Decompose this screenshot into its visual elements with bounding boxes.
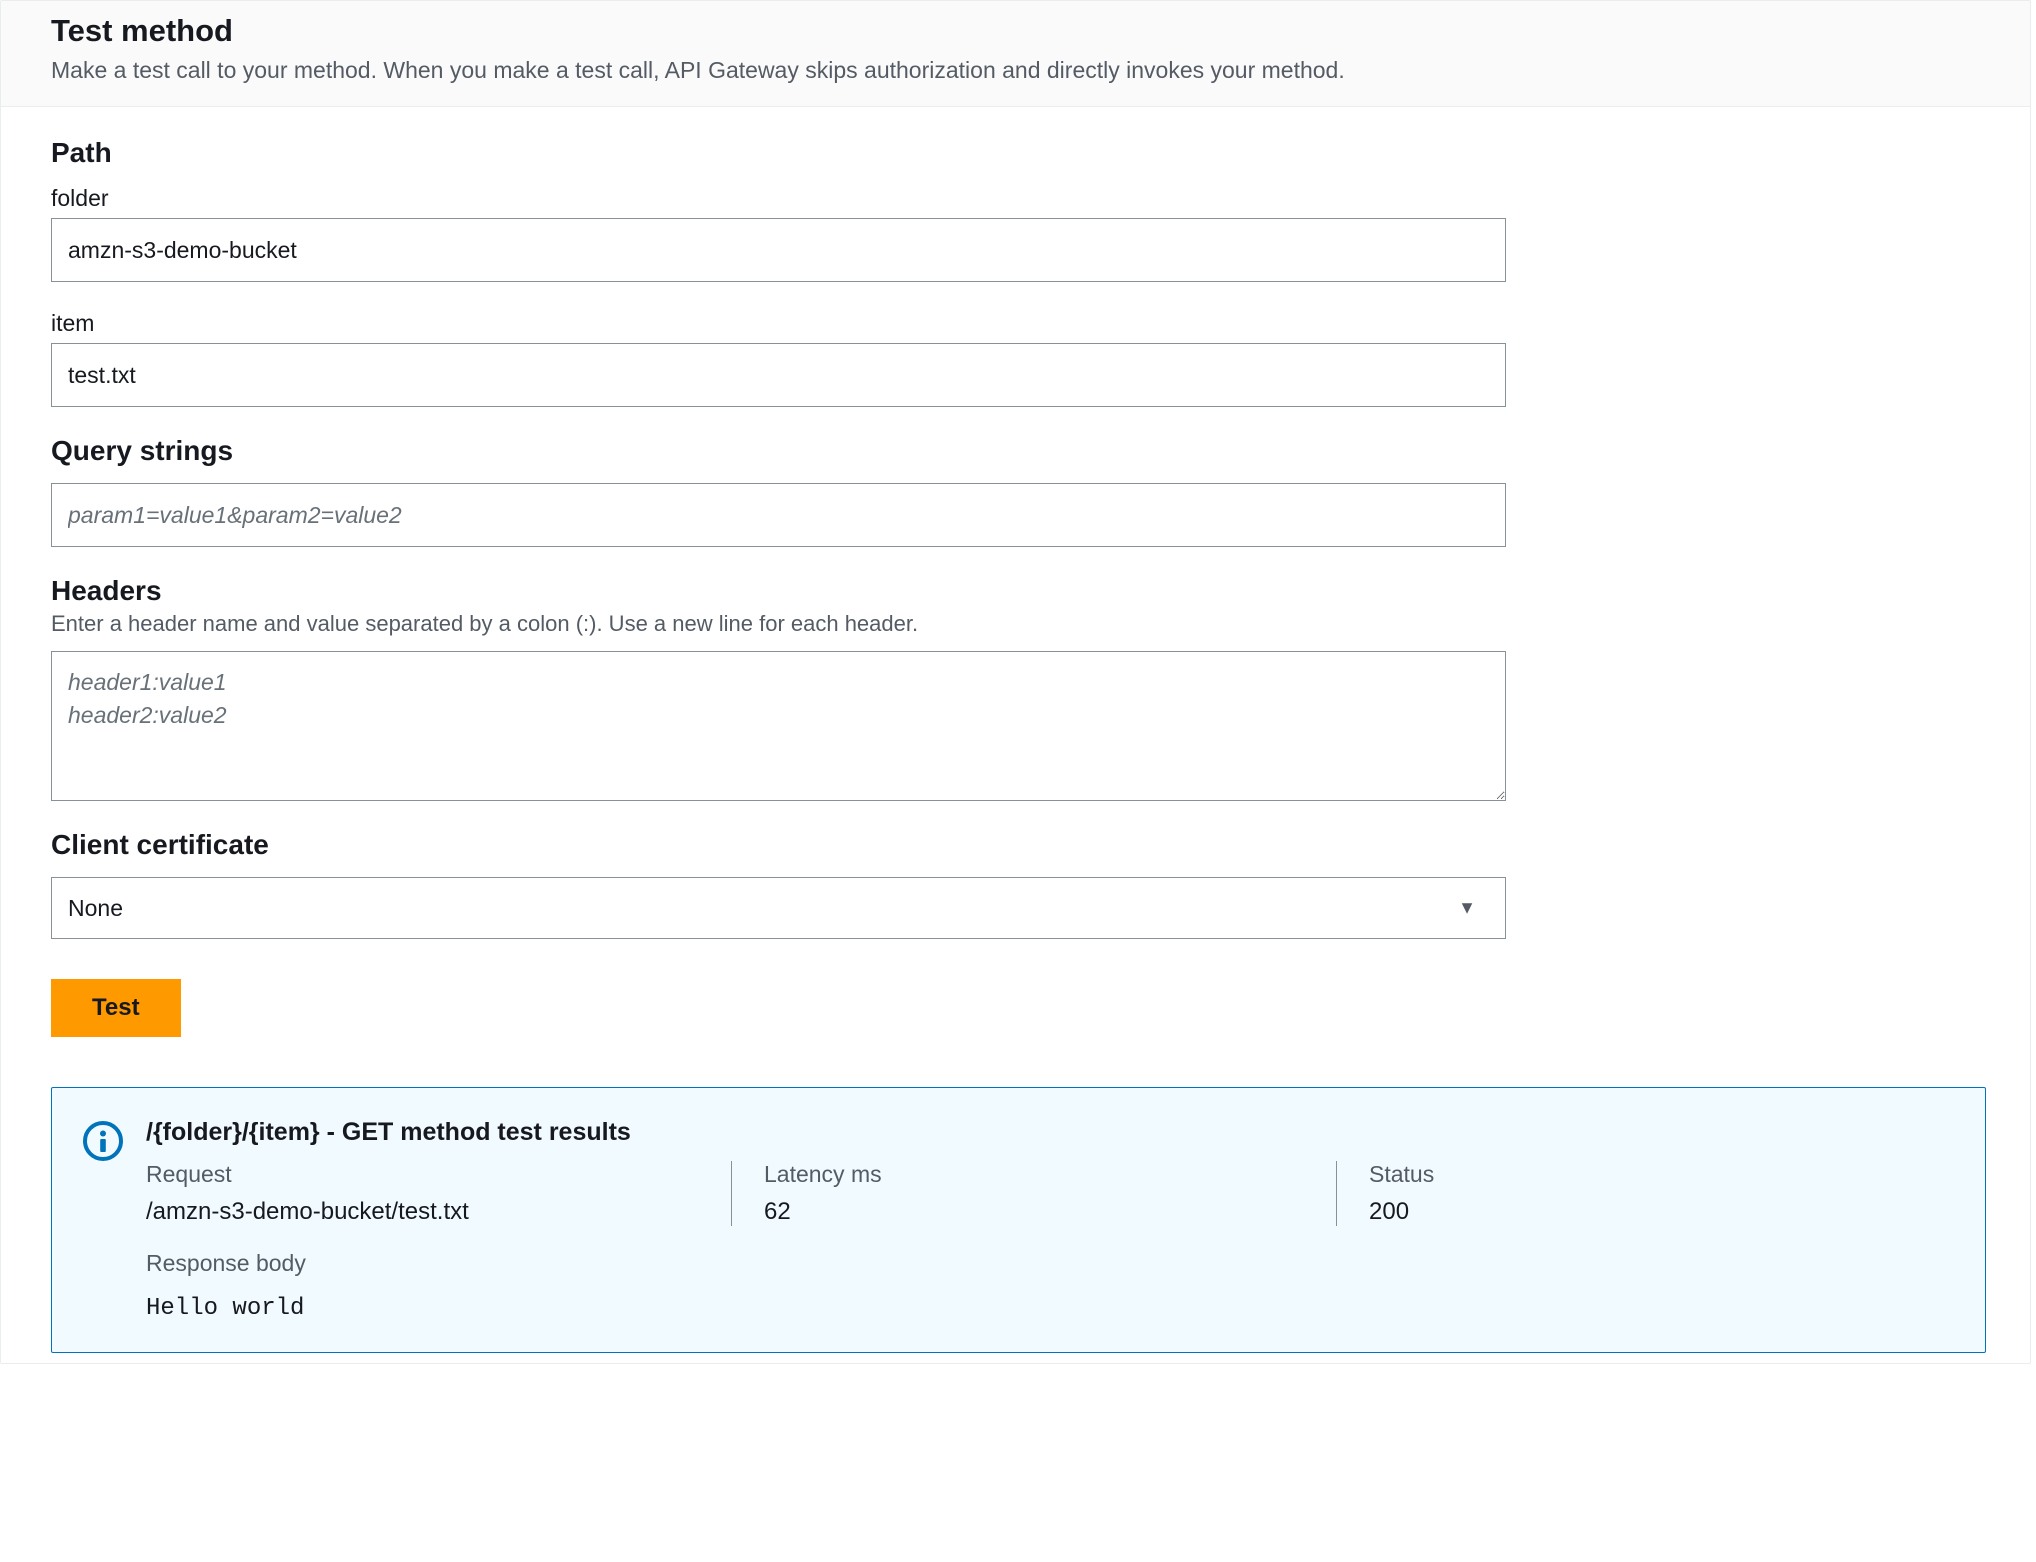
response-body-value: Hello world <box>146 1295 1955 1342</box>
results-title: /{folder}/{item} - GET method test resul… <box>146 1118 1955 1147</box>
client-certificate-section: Client certificate None ▼ <box>51 829 1980 939</box>
result-latency-label: Latency ms <box>764 1161 1304 1188</box>
result-status-value: 200 <box>1369 1198 1923 1226</box>
info-icon <box>82 1120 124 1342</box>
item-input[interactable] <box>51 343 1506 407</box>
query-strings-section: Query strings <box>51 435 1980 547</box>
item-label: item <box>51 310 1980 337</box>
result-latency-cell: Latency ms 62 <box>731 1161 1336 1226</box>
result-status-label: Status <box>1369 1161 1923 1188</box>
results-alert: /{folder}/{item} - GET method test resul… <box>51 1087 1986 1353</box>
result-status-cell: Status 200 <box>1336 1161 1955 1226</box>
panel-description: Make a test call to your method. When yo… <box>51 57 1980 84</box>
headers-input[interactable] <box>51 651 1506 801</box>
result-request-value: /amzn-s3-demo-bucket/test.txt <box>146 1198 699 1226</box>
result-request-cell: Request /amzn-s3-demo-bucket/test.txt <box>146 1161 731 1226</box>
panel-title: Test method <box>51 13 1980 49</box>
response-body-label: Response body <box>146 1250 1955 1277</box>
folder-label: folder <box>51 185 1980 212</box>
panel-header: Test method Make a test call to your met… <box>1 1 2030 107</box>
query-strings-input[interactable] <box>51 483 1506 547</box>
response-body-block: Response body Hello world <box>146 1250 1955 1342</box>
panel-body: Path folder item Query strings Headers E… <box>1 107 2030 1363</box>
client-certificate-select[interactable]: None <box>51 877 1506 939</box>
path-field-item: item <box>51 310 1980 407</box>
path-field-folder: folder <box>51 185 1980 282</box>
result-request-label: Request <box>146 1161 699 1188</box>
results-summary-row: Request /amzn-s3-demo-bucket/test.txt La… <box>146 1161 1955 1226</box>
query-strings-title: Query strings <box>51 435 1980 467</box>
folder-input[interactable] <box>51 218 1506 282</box>
results-body: /{folder}/{item} - GET method test resul… <box>146 1118 1955 1342</box>
path-section-title: Path <box>51 137 1980 169</box>
path-section: Path folder item <box>51 137 1980 407</box>
headers-description: Enter a header name and value separated … <box>51 611 1980 637</box>
client-certificate-title: Client certificate <box>51 829 1980 861</box>
result-latency-value: 62 <box>764 1198 1304 1226</box>
client-certificate-select-wrap: None ▼ <box>51 877 1506 939</box>
headers-section: Headers Enter a header name and value se… <box>51 575 1980 801</box>
test-method-panel: Test method Make a test call to your met… <box>0 0 2031 1364</box>
test-button[interactable]: Test <box>51 979 181 1037</box>
page-root: Test method Make a test call to your met… <box>0 0 2036 1562</box>
headers-title: Headers <box>51 575 1980 607</box>
